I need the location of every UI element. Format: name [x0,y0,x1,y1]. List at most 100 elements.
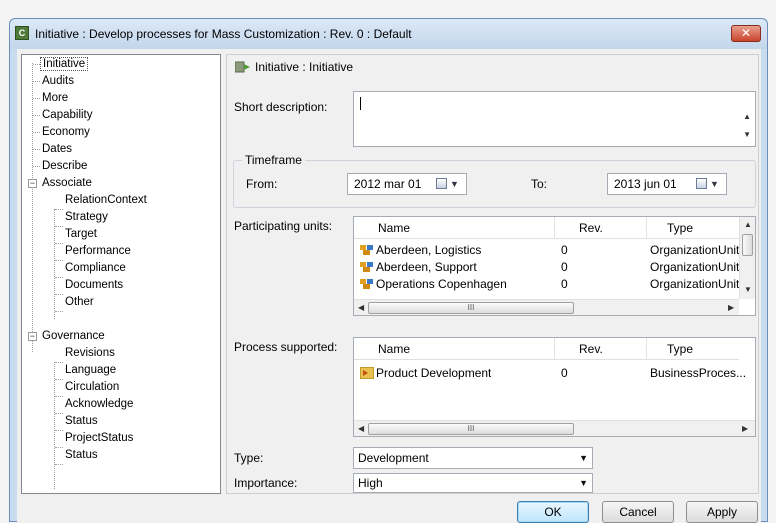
tree-item-other[interactable]: Other [63,294,96,311]
scroll-up-icon[interactable]: ▲ [743,112,751,121]
cell-rev: 0 [561,260,568,274]
tree-item-economy[interactable]: Economy [40,124,92,141]
tree-item-label: Strategy [65,211,108,223]
column-header-name[interactable]: Name [378,342,410,356]
tree-item-label: Language [65,364,117,376]
cell-name: Operations Copenhagen [376,277,507,291]
chevron-down-icon[interactable]: ▼ [579,448,588,468]
tree-item-target[interactable]: Target [63,226,99,243]
horizontal-scrollbar[interactable]: ◀ III ▶ [354,299,739,315]
cell-rev: 0 [561,243,568,257]
tree-item-governance[interactable]: Governance [40,328,107,345]
tree-item-status[interactable]: Status [63,413,100,430]
tree-item-initiative[interactable]: Initiative [40,56,89,73]
tree-item-label: Status [65,415,98,427]
table-row[interactable]: Product Development 0 BusinessProces... [354,365,746,382]
short-description-input[interactable]: ▲ ▼ [353,91,756,147]
importance-value: High [358,476,383,490]
table-row[interactable]: Operations Copenhagen 0 OrganizationUnit [354,276,739,293]
tree-item-describe[interactable]: Describe [40,158,89,175]
cancel-button[interactable]: Cancel [602,501,674,523]
tree-item-more[interactable]: More [40,90,70,107]
chevron-down-icon[interactable]: ▼ [579,474,588,492]
properties-panel: Initiative : Initiative Short descriptio… [226,54,759,494]
grid-header: Name Rev. Type [354,338,739,360]
tree-item-performance[interactable]: Performance [63,243,133,260]
importance-select[interactable]: High ▼ [353,473,593,493]
breadcrumb: Initiative : Initiative [255,60,354,74]
tree-item-label: Dates [42,143,73,155]
tree-item-dates[interactable]: Dates [40,141,74,158]
horizontal-scrollbar[interactable]: ◀ III ▶ [354,420,755,436]
column-header-type[interactable]: Type [667,221,693,235]
tree-item-label: Target [65,228,97,240]
tree-item-label: Circulation [65,381,120,393]
participating-units-label: Participating units: [234,219,333,233]
tree-item-audits[interactable]: Audits [40,73,76,90]
chevron-down-icon[interactable]: ▼ [450,174,459,194]
tree-item-label: Audits [42,75,74,87]
type-value: Development [358,451,429,465]
dialog-window: C Initiative : Develop processes for Mas… [9,18,768,523]
title-bar[interactable]: C Initiative : Develop processes for Mas… [10,19,767,49]
tree-item-acknowledge[interactable]: Acknowledge [63,396,135,413]
vertical-scrollbar[interactable]: ▲ ▼ [739,217,755,299]
table-row[interactable]: Aberdeen, Logistics 0 OrganizationUnit [354,242,739,259]
tree-item-label: ProjectStatus [65,432,134,444]
scroll-left-icon[interactable]: ◀ [358,303,364,312]
tree-item-strategy[interactable]: Strategy [63,209,110,226]
scroll-thumb[interactable]: III [368,302,574,314]
scroll-down-icon[interactable]: ▼ [744,285,752,294]
tree-item-circulation[interactable]: Circulation [63,379,121,396]
tree-item-label: Documents [65,279,124,291]
tree-item-language[interactable]: Language [63,362,118,379]
cell-rev: 0 [561,277,568,291]
apply-button[interactable]: Apply [686,501,758,523]
tree-item-associate[interactable]: Associate [40,175,94,192]
type-label: Type: [234,451,264,465]
type-select[interactable]: Development ▼ [353,447,593,469]
scroll-thumb[interactable]: III [368,423,574,435]
tree-item-label: Compliance [65,262,126,274]
tree-item-label: Describe [42,160,88,172]
column-header-type[interactable]: Type [667,342,693,356]
to-date-picker[interactable]: 2013 jun 01 ▼ [607,173,727,195]
calendar-icon[interactable] [696,178,707,189]
from-date-picker[interactable]: 2012 mar 01 ▼ [347,173,467,195]
from-date-value: 2012 mar 01 [354,177,422,191]
tree-item-relationcontext[interactable]: RelationContext [63,192,149,209]
scroll-up-icon[interactable]: ▲ [744,220,752,229]
collapse-icon[interactable]: − [28,332,37,341]
scroll-right-icon[interactable]: ▶ [742,424,748,433]
column-header-rev[interactable]: Rev. [579,221,603,235]
column-header-rev[interactable]: Rev. [579,342,603,356]
table-row[interactable]: Aberdeen, Support 0 OrganizationUnit [354,259,739,276]
scroll-left-icon[interactable]: ◀ [358,424,364,433]
scroll-thumb[interactable] [742,234,753,256]
tree-item-label: Initiative [40,57,89,71]
ok-button[interactable]: OK [517,501,589,523]
grid-header: Name Rev. Type [354,217,739,239]
tree-item-status-2[interactable]: Status [63,447,100,464]
participating-units-grid: Name Rev. Type Aberdeen, Logistics 0 Org… [353,216,756,316]
window-title: Initiative : Develop processes for Mass … [35,27,412,41]
text-caret [360,97,361,110]
tree-item-capability[interactable]: Capability [40,107,95,124]
tree-item-label: Economy [42,126,90,138]
tree-item-documents[interactable]: Documents [63,277,125,294]
scroll-right-icon[interactable]: ▶ [728,303,734,312]
cell-type: BusinessProces... [650,366,747,380]
column-header-name[interactable]: Name [378,221,410,235]
tree-item-label: Associate [42,177,92,189]
initiative-arrow-icon [235,61,250,73]
collapse-icon[interactable]: − [28,179,37,188]
tree-item-compliance[interactable]: Compliance [63,260,128,277]
tree-item-revisions[interactable]: Revisions [63,345,117,362]
close-button[interactable]: ✕ [731,25,761,42]
tree-item-label: More [42,92,69,104]
tree-item-projectstatus[interactable]: ProjectStatus [63,430,135,447]
scroll-down-icon[interactable]: ▼ [743,130,751,139]
chevron-down-icon[interactable]: ▼ [710,174,719,194]
cell-name: Product Development [376,366,492,380]
calendar-icon[interactable] [436,178,447,189]
